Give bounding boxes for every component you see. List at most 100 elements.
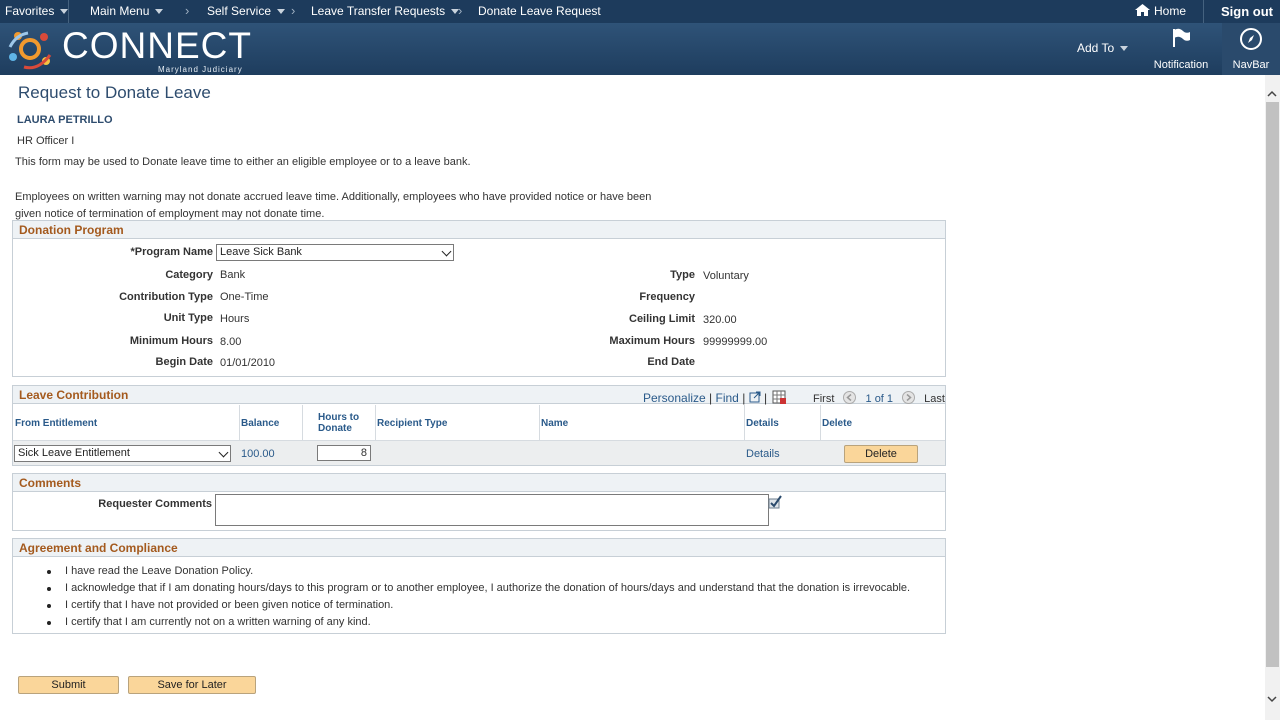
scroll-down-icon[interactable] bbox=[1267, 694, 1277, 704]
divider bbox=[68, 0, 69, 23]
table-row: Sick Leave Entitlement 100.00 8 Details … bbox=[13, 441, 945, 465]
donation-program-section: Donation Program *Program Name Leave Sic… bbox=[12, 220, 946, 377]
find-link[interactable]: Find bbox=[716, 391, 739, 405]
flag-icon bbox=[1173, 28, 1190, 47]
scroll-up-icon[interactable] bbox=[1267, 89, 1277, 99]
program-name-label: *Program Name bbox=[130, 246, 213, 258]
list-item: I certify that I am currently not on a w… bbox=[43, 616, 910, 633]
employee-name: LAURA PETRILLO bbox=[17, 114, 113, 126]
category-value: Bank bbox=[220, 269, 246, 281]
intro-text: This form may be used to Donate leave ti… bbox=[15, 156, 471, 168]
col-divider bbox=[375, 405, 376, 441]
begin-date-value: 01/01/2010 bbox=[220, 357, 276, 369]
category-label: Category bbox=[165, 269, 213, 281]
minimum-hours-value: 8.00 bbox=[220, 336, 242, 348]
section-header: Agreement and Compliance bbox=[13, 539, 945, 557]
scrollbar-thumb[interactable] bbox=[1266, 102, 1279, 667]
comments-section: Comments Requester Comments bbox=[12, 473, 946, 531]
previous-icon[interactable] bbox=[843, 391, 857, 404]
breadcrumb-leave-transfer-requests[interactable]: Leave Transfer Requests bbox=[311, 4, 460, 18]
entitlement-select[interactable]: Sick Leave Entitlement bbox=[14, 445, 231, 462]
col-divider bbox=[302, 405, 303, 441]
navbar-label: NavBar bbox=[1232, 59, 1270, 71]
minimum-hours-label: Minimum Hours bbox=[129, 335, 213, 347]
next-icon[interactable] bbox=[902, 391, 916, 404]
end-date-label: End Date bbox=[647, 356, 695, 368]
breadcrumb-label: Self Service bbox=[207, 4, 272, 18]
begin-date-label: Begin Date bbox=[155, 356, 213, 368]
chevron-down-icon bbox=[277, 9, 286, 15]
brand-subtitle: Maryland Judiciary bbox=[158, 65, 243, 74]
section-header: Leave Contribution bbox=[13, 386, 945, 404]
agreement-list: I have read the Leave Donation Policy. I… bbox=[43, 565, 910, 633]
col-divider bbox=[820, 405, 821, 441]
frequency-label: Frequency bbox=[639, 291, 695, 303]
save-for-later-button[interactable]: Save for Later bbox=[128, 676, 256, 694]
list-item: I have read the Leave Donation Policy. bbox=[43, 565, 910, 582]
main-menu[interactable]: Main Menu bbox=[90, 4, 164, 18]
type-label: Type bbox=[670, 269, 695, 281]
chevron-down-icon bbox=[218, 447, 229, 458]
warning-text: Employees on written warning may not don… bbox=[15, 191, 652, 220]
download-grid-icon[interactable] bbox=[772, 390, 787, 404]
col-recipient-type: Recipient Type bbox=[377, 418, 448, 429]
first-label[interactable]: First bbox=[813, 393, 834, 405]
page-range: 1 of 1 bbox=[865, 393, 894, 405]
ceiling-limit-label: Ceiling Limit bbox=[629, 313, 695, 325]
main-menu-label: Main Menu bbox=[90, 4, 150, 18]
view-all-icon[interactable] bbox=[749, 391, 761, 403]
type-value: Voluntary bbox=[703, 270, 749, 282]
requester-comments-textarea[interactable] bbox=[215, 494, 769, 526]
chevron-down-icon bbox=[1120, 46, 1129, 52]
toolbar-separator: | bbox=[764, 391, 768, 405]
navbar-content: NavBar bbox=[1222, 27, 1280, 71]
personalize-link[interactable]: Personalize bbox=[643, 391, 706, 405]
pagination: First 1 of 1 Last bbox=[813, 391, 945, 405]
breadcrumb-self-service[interactable]: Self Service bbox=[207, 4, 286, 18]
breadcrumb-label: Leave Transfer Requests bbox=[311, 4, 446, 18]
page-title: Request to Donate Leave bbox=[18, 83, 211, 102]
contribution-type-value: One-Time bbox=[220, 291, 269, 303]
unit-type-value: Hours bbox=[220, 313, 250, 325]
col-from-entitlement: From Entitlement bbox=[15, 418, 98, 429]
favorites-label: Favorites bbox=[5, 4, 55, 18]
toolbar-separator: | bbox=[742, 391, 746, 405]
spell-check-icon[interactable] bbox=[767, 494, 783, 510]
details-link[interactable]: Details bbox=[746, 448, 780, 460]
hours-to-donate-input[interactable]: 8 bbox=[317, 445, 371, 461]
top-nav-bar: Favorites Main Menu › Self Service › Lea… bbox=[0, 0, 1280, 23]
col-balance: Balance bbox=[241, 418, 280, 429]
col-name: Name bbox=[541, 418, 569, 429]
ceiling-limit-value: 320.00 bbox=[703, 314, 737, 326]
program-name-select[interactable]: Leave Sick Bank bbox=[216, 244, 454, 261]
breadcrumb-current-page: Donate Leave Request bbox=[478, 4, 601, 18]
sign-out-link[interactable]: Sign out bbox=[1221, 4, 1273, 19]
home-link[interactable]: Home bbox=[1135, 4, 1186, 18]
home-label: Home bbox=[1154, 4, 1187, 18]
grid-toolbar: Personalize | Find | | bbox=[643, 390, 787, 405]
last-label[interactable]: Last bbox=[924, 393, 945, 405]
list-item: I certify that I have not provided or be… bbox=[43, 599, 910, 616]
divider bbox=[1203, 0, 1204, 23]
add-to-label: Add To bbox=[1077, 41, 1115, 55]
notification-button[interactable]: Notification bbox=[1150, 27, 1212, 71]
notification-label: Notification bbox=[1153, 59, 1209, 71]
list-item: I acknowledge that if I am donating hour… bbox=[43, 582, 910, 599]
add-to-menu[interactable]: Add To bbox=[1077, 41, 1129, 55]
brand-name: CONNECT bbox=[62, 25, 252, 66]
chevron-down-icon bbox=[155, 9, 164, 15]
leave-contribution-section: Leave Contribution Personalize | Find | … bbox=[12, 385, 946, 466]
toolbar-separator: | bbox=[709, 391, 713, 405]
favorites-menu[interactable]: Favorites bbox=[5, 4, 69, 18]
agreement-section: Agreement and Compliance I have read the… bbox=[12, 538, 946, 634]
submit-button[interactable]: Submit bbox=[18, 676, 119, 694]
col-divider bbox=[539, 405, 540, 441]
requester-comments-label: Requester Comments bbox=[98, 498, 212, 510]
program-name-value: Leave Sick Bank bbox=[220, 246, 302, 258]
col-divider bbox=[239, 405, 240, 441]
grid-header-row: From Entitlement Balance Hours to Donate… bbox=[13, 405, 945, 441]
section-header: Comments bbox=[13, 474, 945, 492]
entitlement-value: Sick Leave Entitlement bbox=[18, 447, 130, 459]
navbar-button[interactable]: NavBar bbox=[1222, 23, 1280, 75]
delete-button[interactable]: Delete bbox=[844, 445, 918, 463]
